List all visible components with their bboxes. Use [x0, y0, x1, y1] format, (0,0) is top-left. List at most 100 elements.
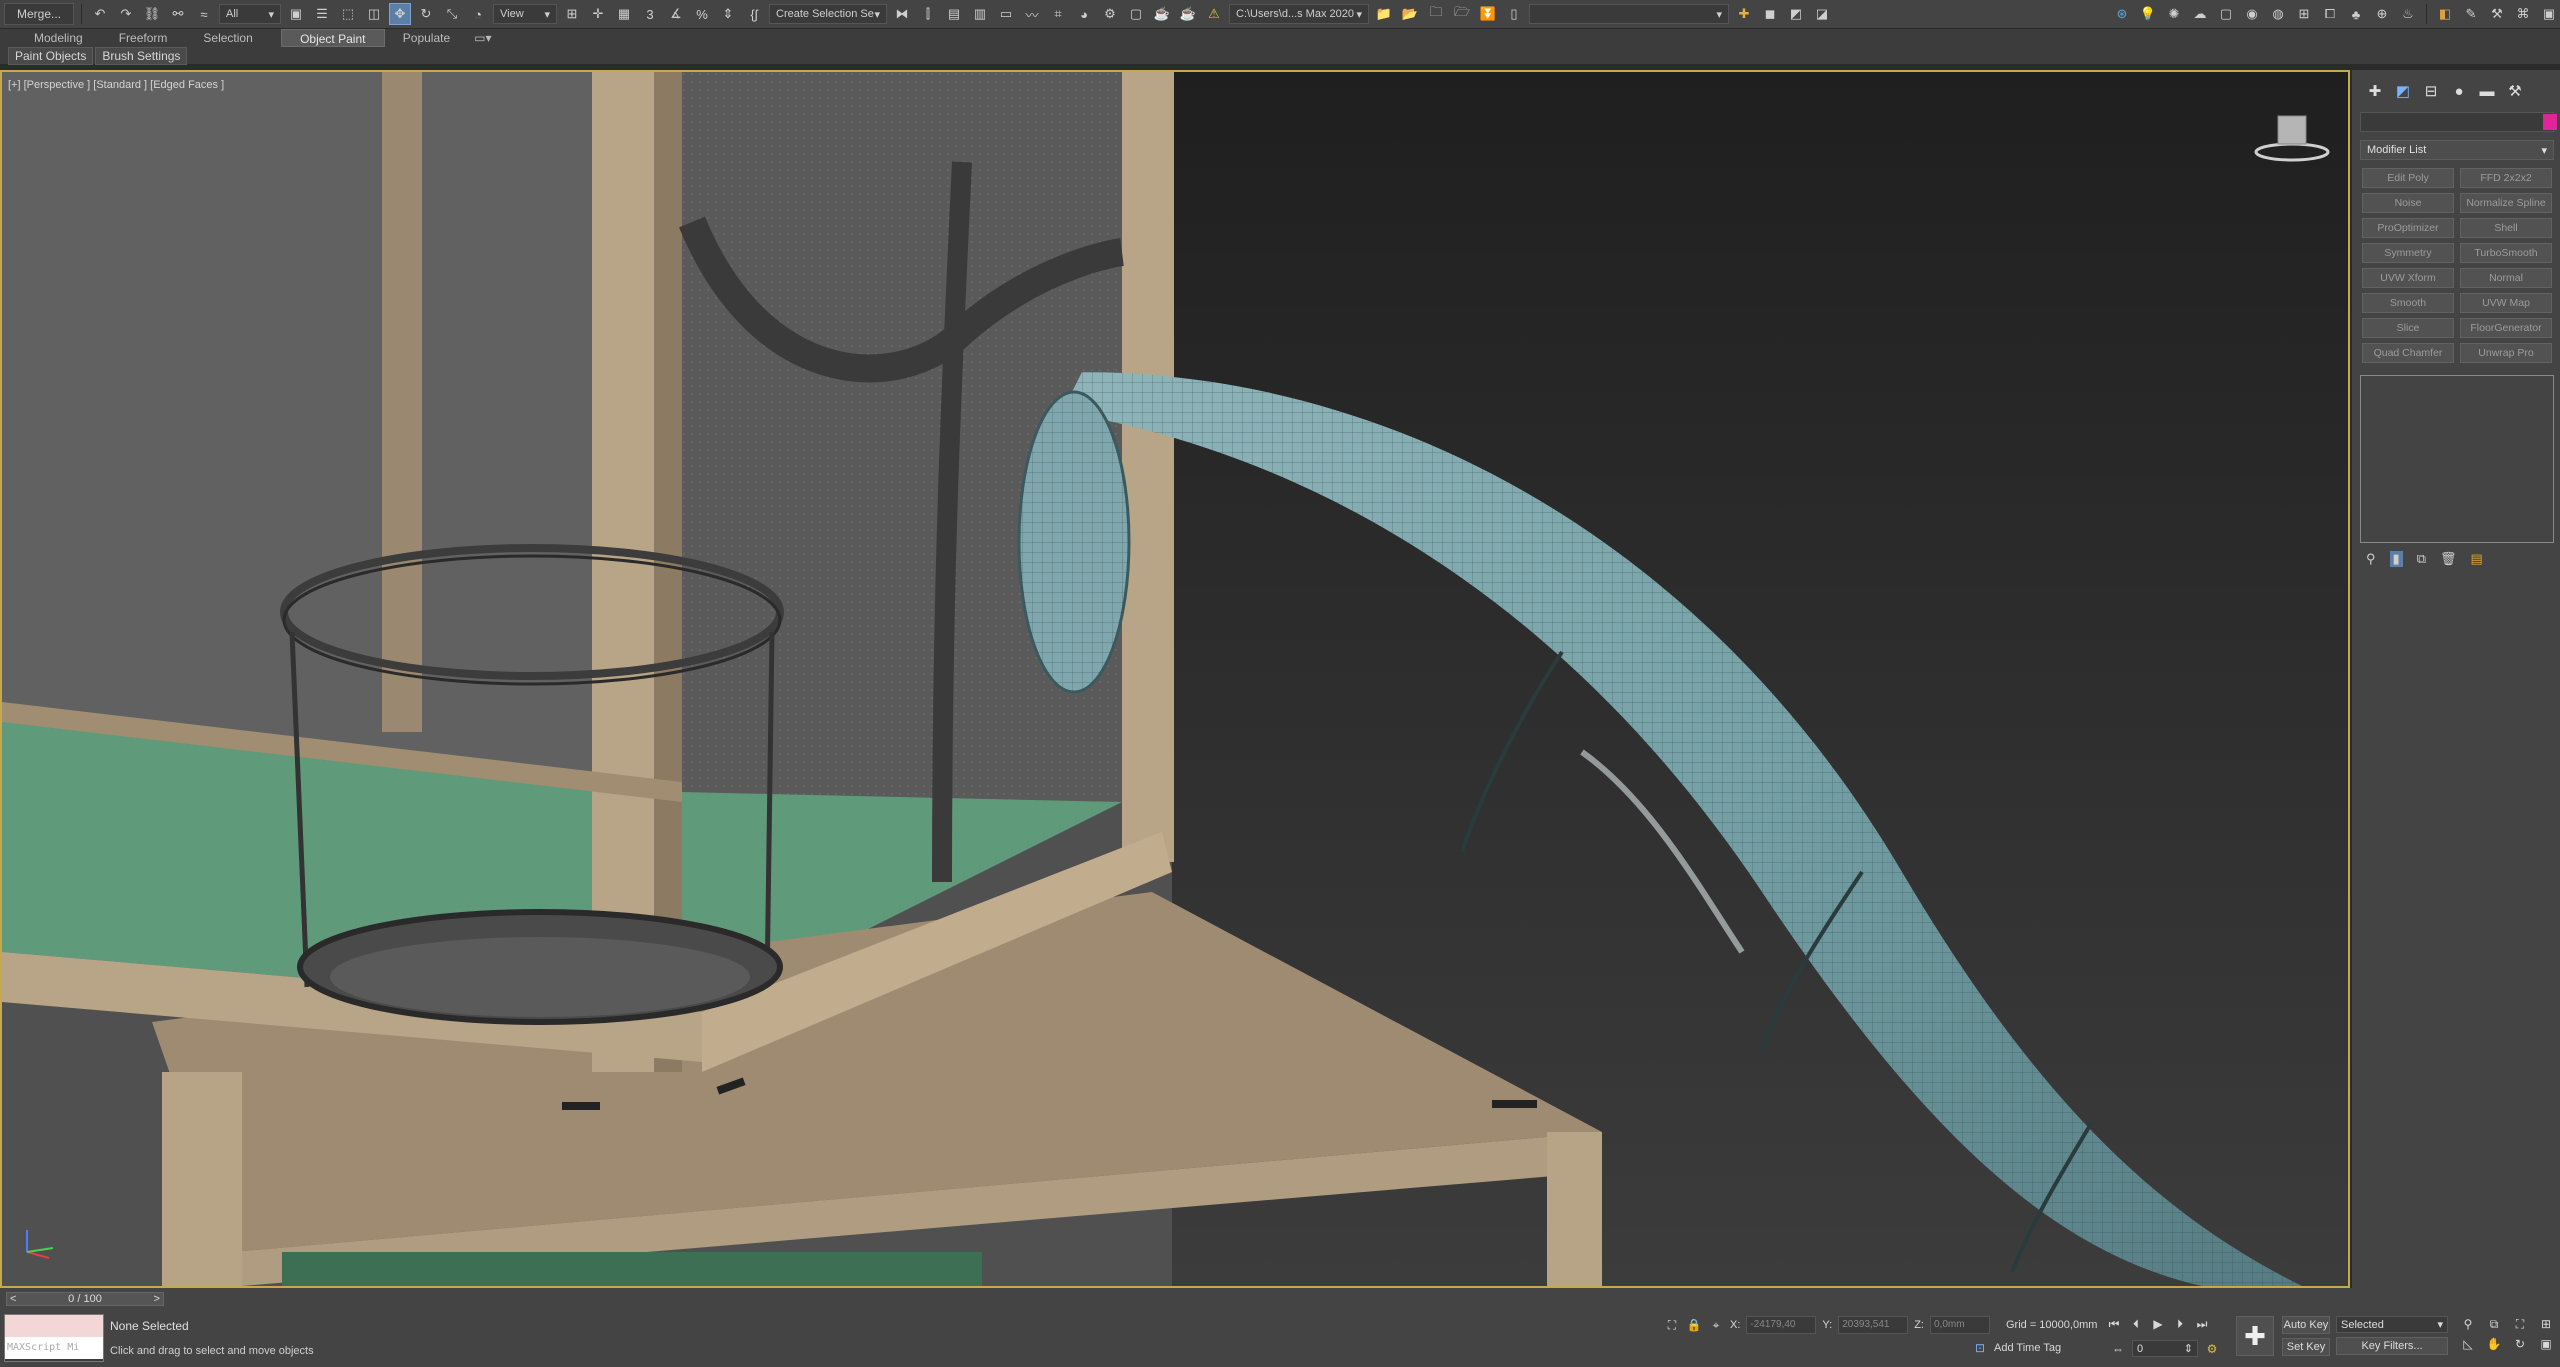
project-folder-icon[interactable]: 🗀: [1425, 3, 1447, 25]
pin-stack-icon[interactable]: ⚲: [2366, 551, 2376, 567]
hierarchy-icon[interactable]: ⊟: [2420, 80, 2442, 102]
select-place-icon[interactable]: ◔: [467, 3, 489, 25]
plugin-icon-2[interactable]: ◼: [1759, 3, 1781, 25]
selection-filter-select[interactable]: All ▾: [219, 4, 281, 24]
key-mode-icon[interactable]: ⇔: [2110, 1341, 2126, 1357]
ribbon-toggle-icon[interactable]: ▭: [995, 3, 1017, 25]
zoom-extents-all-icon[interactable]: ⊞: [2538, 1316, 2554, 1332]
go-to-start-icon[interactable]: ⏮: [2106, 1316, 2122, 1332]
select-by-name-icon[interactable]: ☰: [311, 3, 333, 25]
modifier-stack[interactable]: [2360, 375, 2554, 543]
z-coordinate-field[interactable]: 0,0mm: [1929, 1316, 1990, 1334]
maxscript-output[interactable]: [5, 1315, 103, 1337]
modifier-button[interactable]: UVW Map: [2460, 293, 2552, 313]
reference-coordinate-select[interactable]: View ▾: [493, 4, 557, 24]
time-prev-icon[interactable]: <: [10, 1293, 16, 1305]
paint-brush-icon[interactable]: ✎: [2460, 3, 2482, 25]
set-key-button[interactable]: ✚: [2236, 1316, 2274, 1356]
named-selection-set-select[interactable]: Create Selection Se ▾: [769, 4, 887, 24]
selection-lock-icon[interactable]: 🔒: [1686, 1317, 1702, 1333]
sun-icon[interactable]: ✺: [2163, 3, 2185, 25]
asset-icon[interactable]: ◧: [2434, 3, 2456, 25]
viewport-scene[interactable]: [2, 72, 2348, 1286]
ribbon-options-icon[interactable]: ▭▾: [468, 29, 497, 47]
set-project-icon[interactable]: 📁: [1373, 3, 1395, 25]
tab-object-paint[interactable]: Object Paint: [280, 29, 385, 47]
absolute-mode-icon[interactable]: ⌖: [1708, 1317, 1724, 1333]
modifier-button[interactable]: Edit Poly: [2362, 168, 2454, 188]
modifier-list-select[interactable]: Modifier List ▾: [2360, 140, 2554, 160]
plugin-icon-1[interactable]: ✚: [1733, 3, 1755, 25]
next-frame-icon[interactable]: ⏵: [2172, 1316, 2188, 1332]
tree-icon[interactable]: ♣: [2345, 3, 2367, 25]
bulb-outline-icon[interactable]: ♨: [2397, 3, 2419, 25]
box-icon[interactable]: ⧠: [2319, 3, 2341, 25]
render-production-icon[interactable]: ☕: [1151, 3, 1173, 25]
select-rotate-icon[interactable]: ↻: [415, 3, 437, 25]
viewport-label[interactable]: [+] [Perspective ] [Standard ] [Edged Fa…: [8, 79, 224, 91]
zoom-extents-icon[interactable]: ⛶: [2512, 1316, 2528, 1332]
redo-icon[interactable]: ↷: [115, 3, 137, 25]
tab-freeform[interactable]: Freeform: [101, 29, 186, 47]
time-next-icon[interactable]: >: [154, 1293, 160, 1305]
object-color-swatch[interactable]: [2543, 114, 2557, 130]
bind-space-warp-icon[interactable]: ≈: [193, 3, 215, 25]
modifier-button[interactable]: UVW Xform: [2362, 268, 2454, 288]
display-icon[interactable]: ▬: [2476, 80, 2498, 102]
modifier-button[interactable]: FFD 2x2x2: [2460, 168, 2552, 188]
x-coordinate-field[interactable]: -24179,40: [1746, 1316, 1817, 1334]
scene-explorer-icon[interactable]: ▤: [943, 3, 965, 25]
spinner-snap-icon[interactable]: ⇕: [717, 3, 739, 25]
tab-selection[interactable]: Selection: [185, 29, 270, 47]
warning-icon[interactable]: ⚠: [1203, 3, 1225, 25]
orbit-icon[interactable]: ↻: [2512, 1336, 2528, 1352]
workspace-icon[interactable]: ▯: [1503, 3, 1525, 25]
modifier-button[interactable]: Symmetry: [2362, 243, 2454, 263]
unlink-icon[interactable]: ⚯: [167, 3, 189, 25]
brush-settings-button[interactable]: Brush Settings: [95, 46, 188, 65]
select-scale-icon[interactable]: ⤡: [441, 3, 463, 25]
modifier-button[interactable]: Smooth: [2362, 293, 2454, 313]
select-move-icon[interactable]: ✥: [389, 3, 411, 25]
create-icon[interactable]: ✚: [2364, 80, 2386, 102]
show-end-result-icon[interactable]: ▮: [2389, 551, 2403, 567]
utilities-icon[interactable]: ⚒: [2504, 80, 2526, 102]
maxscript-input[interactable]: MAXScript Mi: [5, 1337, 103, 1359]
angle-snap-icon[interactable]: ∡: [665, 3, 687, 25]
expand-toolbar-icon[interactable]: ⏬: [1477, 3, 1499, 25]
go-to-end-icon[interactable]: ⏭: [2194, 1316, 2210, 1332]
mirror-icon[interactable]: ⧓: [891, 3, 913, 25]
time-slider[interactable]: < 0 / 100 >: [6, 1292, 164, 1306]
camera-icon[interactable]: ◉: [2241, 3, 2263, 25]
plugin-icon-3[interactable]: ◩: [1785, 3, 1807, 25]
frame-icon[interactable]: ▢: [2215, 3, 2237, 25]
select-object-icon[interactable]: ▣: [285, 3, 307, 25]
modifier-button[interactable]: TurboSmooth: [2460, 243, 2552, 263]
pan-icon[interactable]: ✋: [2486, 1336, 2502, 1352]
isolate-selection-icon[interactable]: ⛶: [1664, 1317, 1680, 1333]
object-name-field[interactable]: [2360, 112, 2557, 132]
field-of-view-icon[interactable]: ◺: [2460, 1336, 2476, 1352]
plugin-icon-4[interactable]: ◪: [1811, 3, 1833, 25]
modifier-button[interactable]: Noise: [2362, 193, 2454, 213]
undo-icon[interactable]: ↶: [89, 3, 111, 25]
extra-tool-icon[interactable]: ▣: [2538, 3, 2560, 25]
modifier-button[interactable]: Slice: [2362, 318, 2454, 338]
zoom-all-icon[interactable]: ⧉: [2486, 1316, 2502, 1332]
globe-icon[interactable]: ⊕: [2371, 3, 2393, 25]
paint-objects-button[interactable]: Paint Objects: [8, 46, 94, 65]
modifier-button[interactable]: Shell: [2460, 218, 2552, 238]
perspective-viewport[interactable]: [0, 70, 2350, 1288]
modifier-button[interactable]: FloorGenerator: [2460, 318, 2552, 338]
layer-explorer-icon[interactable]: ▥: [969, 3, 991, 25]
wrench-icon[interactable]: ⚒: [2486, 3, 2508, 25]
rendered-frame-icon[interactable]: ▢: [1125, 3, 1147, 25]
render-iterative-icon[interactable]: ☕: [1177, 3, 1199, 25]
light-bulb-icon[interactable]: 💡: [2137, 3, 2159, 25]
align-icon[interactable]: ⫿: [917, 3, 939, 25]
time-config-icon[interactable]: ⚙: [2204, 1341, 2220, 1357]
selection-set-select[interactable]: Selected ▾: [2336, 1316, 2448, 1333]
render-setup-icon[interactable]: ⚙: [1099, 3, 1121, 25]
modifier-button[interactable]: Quad Chamfer: [2362, 343, 2454, 363]
region-select-icon[interactable]: ⬚: [337, 3, 359, 25]
